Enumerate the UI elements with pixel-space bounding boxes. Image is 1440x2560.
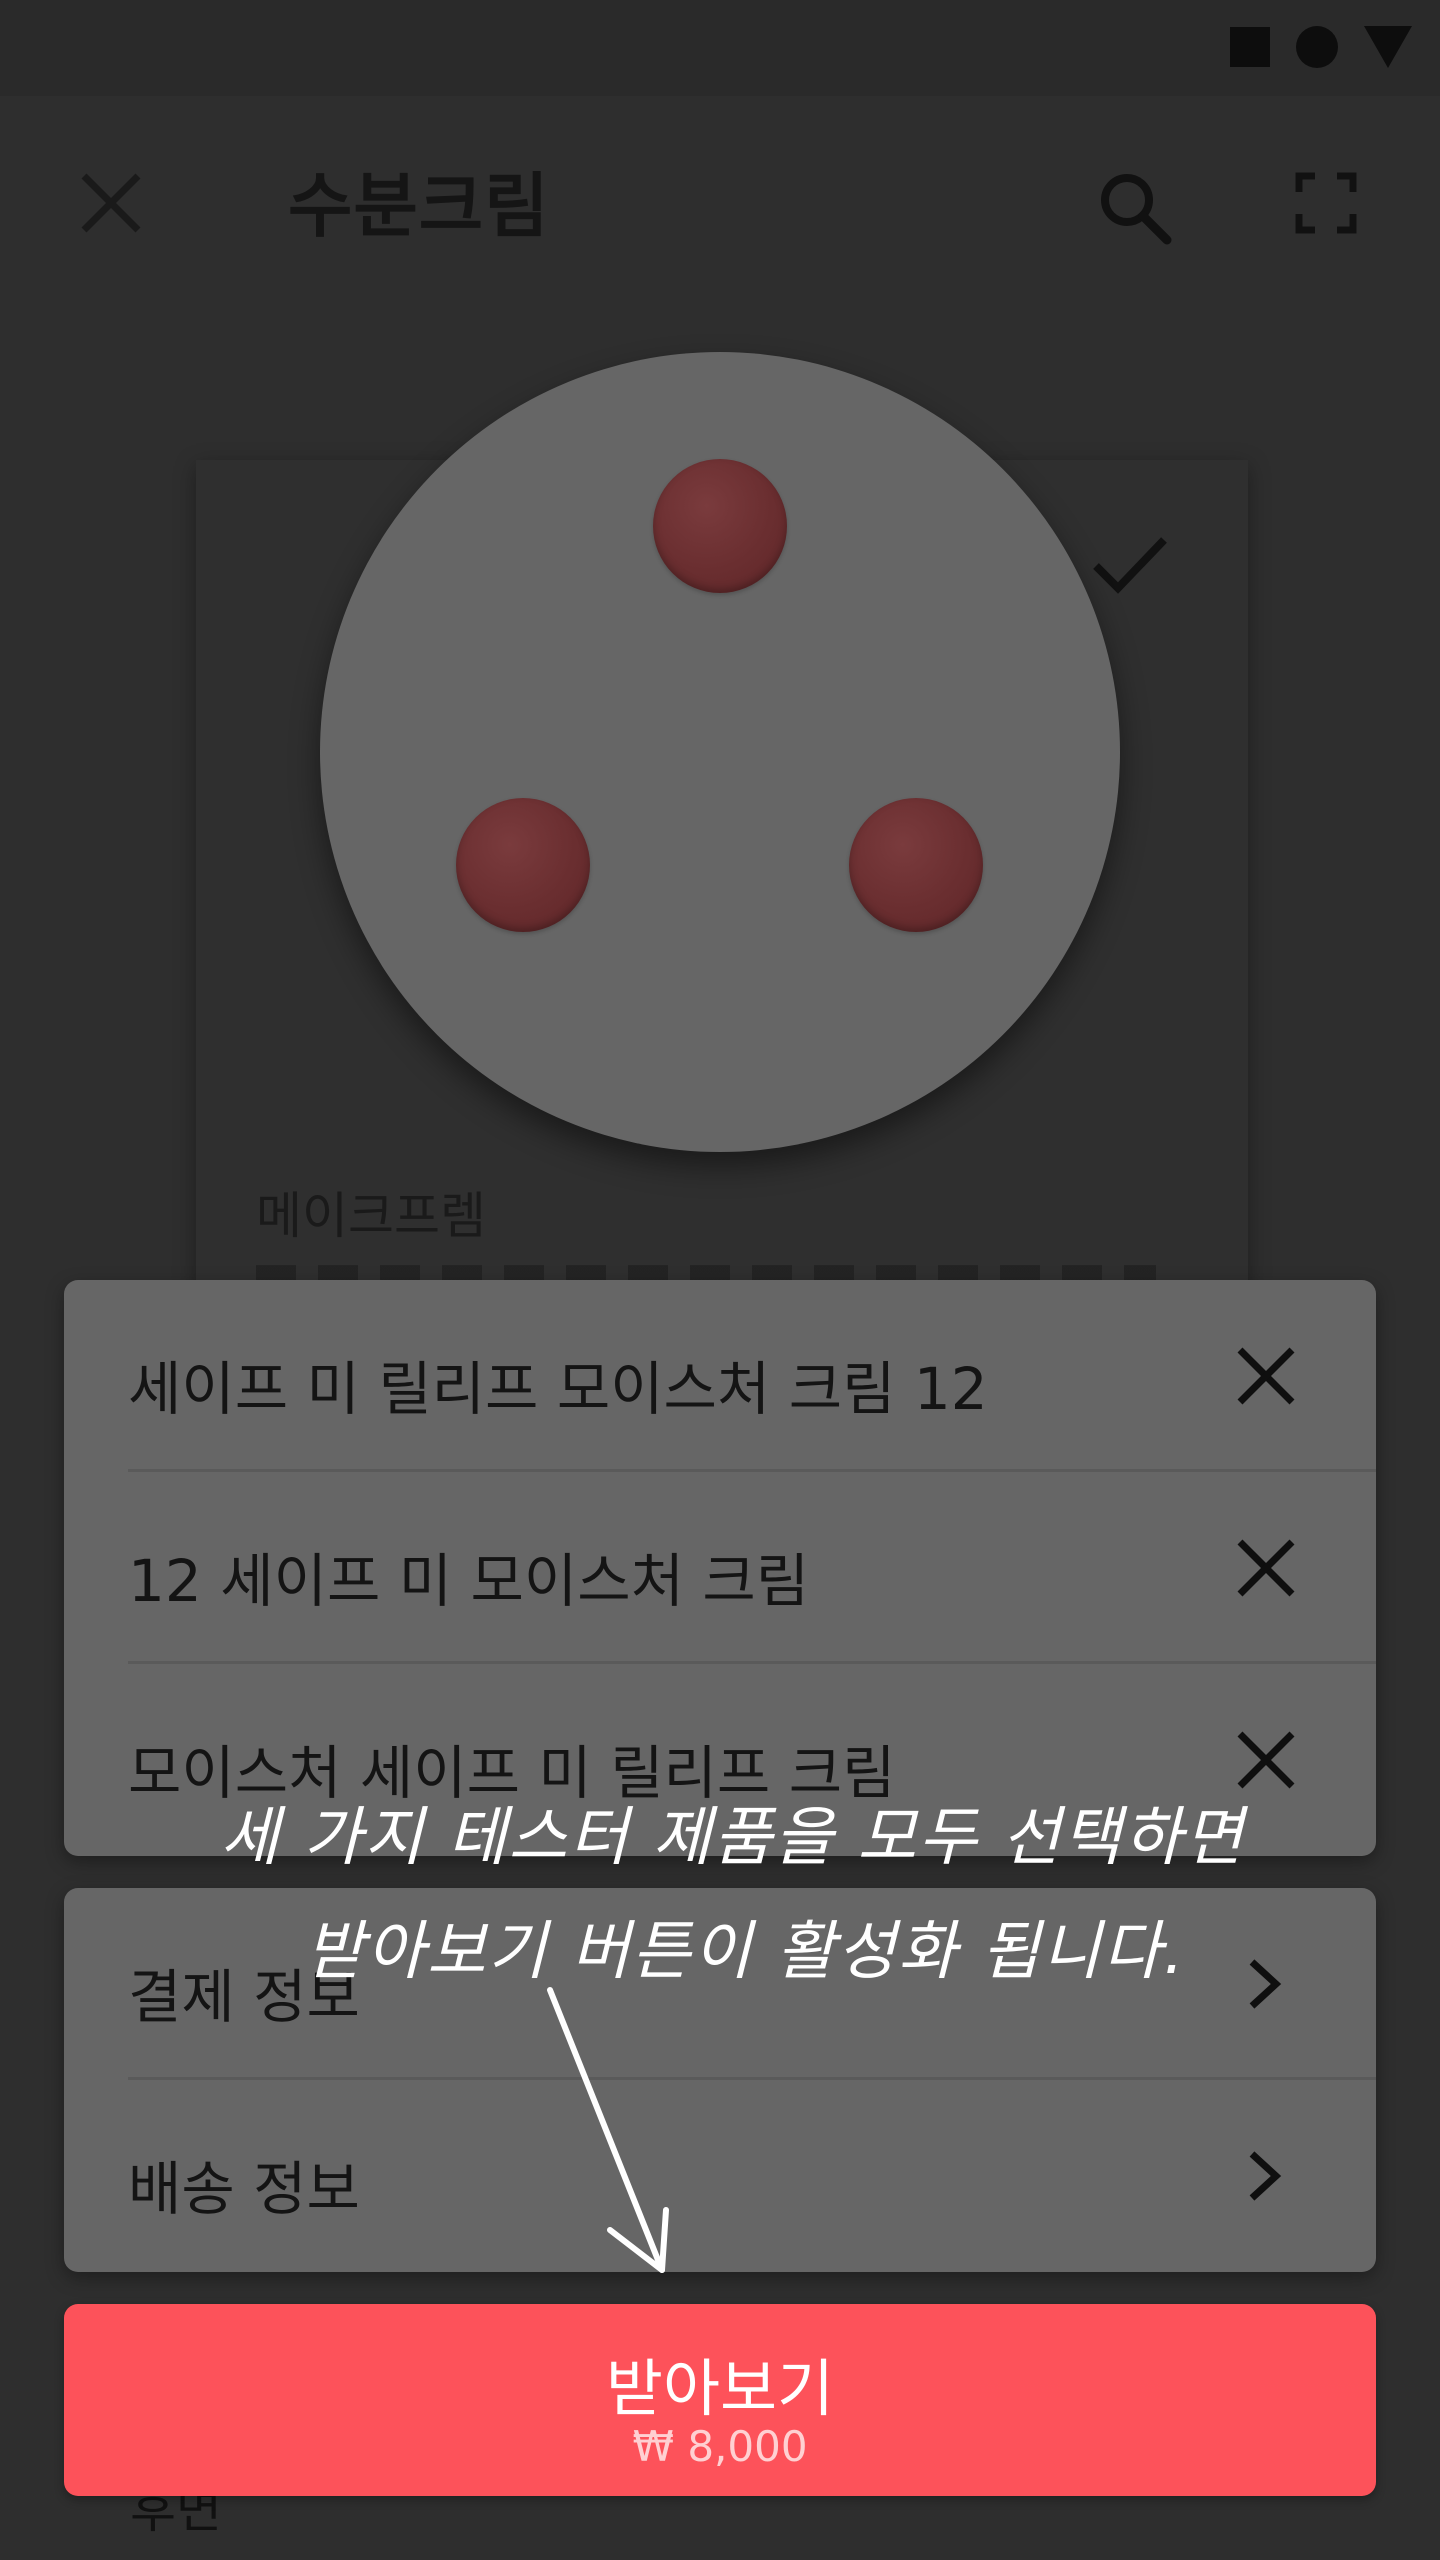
shipping-info-label: 배송 정보	[128, 2155, 360, 2223]
tester-dot	[653, 459, 787, 593]
product-brand: 메이크프렘	[256, 1187, 486, 1245]
receive-button[interactable]: 받아보기 ₩ 8,000	[64, 2304, 1376, 2496]
status-bar	[0, 0, 1440, 96]
product-name: 12 세이프 미 모이스처 크림	[128, 1547, 810, 1615]
receive-button-price: ₩ 8,000	[632, 2422, 808, 2471]
status-icons	[1230, 26, 1412, 68]
list-item: 12 세이프 미 모이스처 크림	[64, 1472, 1376, 1664]
annotation-arrow	[530, 1980, 690, 2280]
search-icon[interactable]	[1095, 168, 1175, 248]
chevron-right-icon	[1242, 2146, 1286, 2206]
selected-products-sheet: 세이프 미 릴리프 모이스처 크림 12 12 세이프 미 모이스처 크림 모이…	[64, 1280, 1376, 1856]
remove-icon[interactable]	[1234, 1344, 1298, 1408]
annotation-line-2: 받아보기 버튼이 활성화 됩니다.	[305, 1915, 1186, 1989]
product-name: 세이프 미 릴리프 모이스처 크림 12	[128, 1355, 988, 1423]
page-title: 수분크림	[288, 165, 550, 247]
check-icon	[1090, 530, 1170, 600]
annotation-line-1: 세 가지 테스터 제품을 모두 선택하면	[220, 1801, 1245, 1875]
tester-dot	[849, 798, 983, 932]
receive-button-label: 받아보기	[605, 2352, 835, 2425]
triangle-icon	[1364, 26, 1412, 68]
remove-icon[interactable]	[1234, 1728, 1298, 1792]
app-bar	[0, 96, 1440, 320]
list-item: 세이프 미 릴리프 모이스처 크림 12	[64, 1280, 1376, 1472]
remove-icon[interactable]	[1234, 1536, 1298, 1600]
chevron-right-icon	[1242, 1954, 1286, 2014]
tester-dot	[456, 798, 590, 932]
expand-icon[interactable]	[1295, 172, 1357, 234]
close-icon[interactable]	[78, 170, 144, 236]
shipping-info-row[interactable]: 배송 정보	[64, 2080, 1376, 2272]
square-icon	[1230, 27, 1270, 67]
circle-icon	[1296, 26, 1338, 68]
